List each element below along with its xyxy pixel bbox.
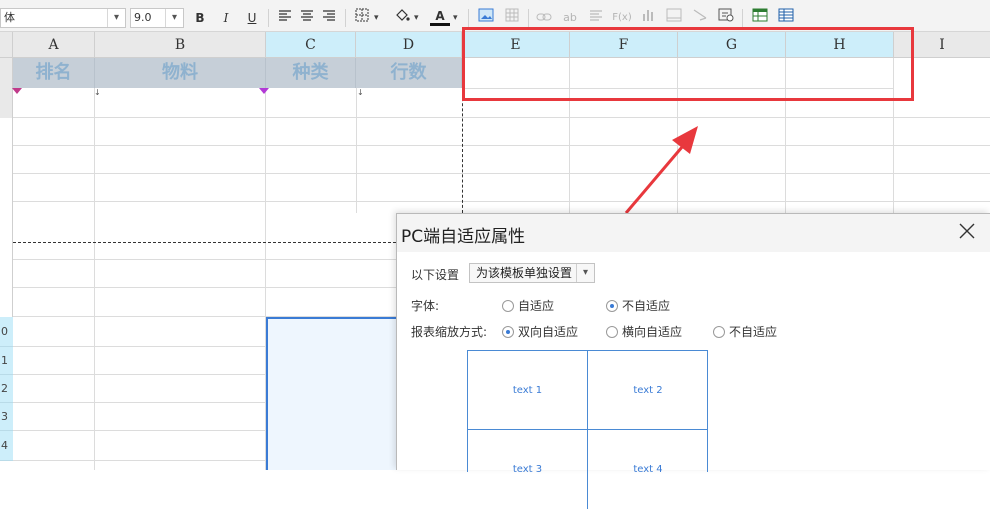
radio-selected-icon[interactable] (606, 299, 618, 312)
scale-option-both-label: 双向自适应 (518, 325, 579, 339)
pc-adaptive-dialog: PC端自适应属性 以下设置 为该模板单独设置 ▾ 字体: 自适应 不自适应 报表… (396, 213, 990, 509)
chevron-down-icon[interactable]: ▾ (576, 264, 594, 282)
font-option-not-adaptive-label: 不自适应 (622, 299, 671, 313)
settings-label: 以下设置 (411, 268, 460, 282)
preview-cell: text 2 (588, 351, 708, 430)
radio-icon[interactable] (502, 299, 514, 312)
scale-label: 报表缩放方式: (411, 325, 488, 339)
scale-option-horizontal-label: 横向自适应 (622, 325, 683, 339)
radio-icon[interactable] (606, 325, 618, 338)
radio-selected-icon[interactable] (502, 325, 514, 338)
settings-select-value: 为该模板单独设置 (476, 266, 573, 280)
preview-cell: text 1 (468, 351, 588, 430)
font-label: 字体: (411, 299, 440, 313)
dialog-titlebar[interactable]: PC端自适应属性 (397, 214, 990, 252)
dialog-title: PC端自适应属性 (401, 227, 526, 247)
preview-grid: text 1 text 2 text 3 text 4 (467, 350, 708, 509)
scale-option-none[interactable]: 不自适应 (713, 323, 777, 340)
scale-option-both[interactable]: 双向自适应 (502, 323, 578, 340)
font-option-adaptive-label: 自适应 (518, 299, 555, 313)
font-option-not-adaptive[interactable]: 不自适应 (606, 297, 670, 314)
close-icon[interactable] (957, 222, 977, 242)
settings-select[interactable]: 为该模板单独设置 ▾ (469, 263, 595, 283)
radio-icon[interactable] (713, 325, 725, 338)
scale-option-none-label: 不自适应 (729, 325, 778, 339)
font-option-adaptive[interactable]: 自适应 (502, 297, 554, 314)
scale-option-horizontal[interactable]: 横向自适应 (606, 323, 682, 340)
